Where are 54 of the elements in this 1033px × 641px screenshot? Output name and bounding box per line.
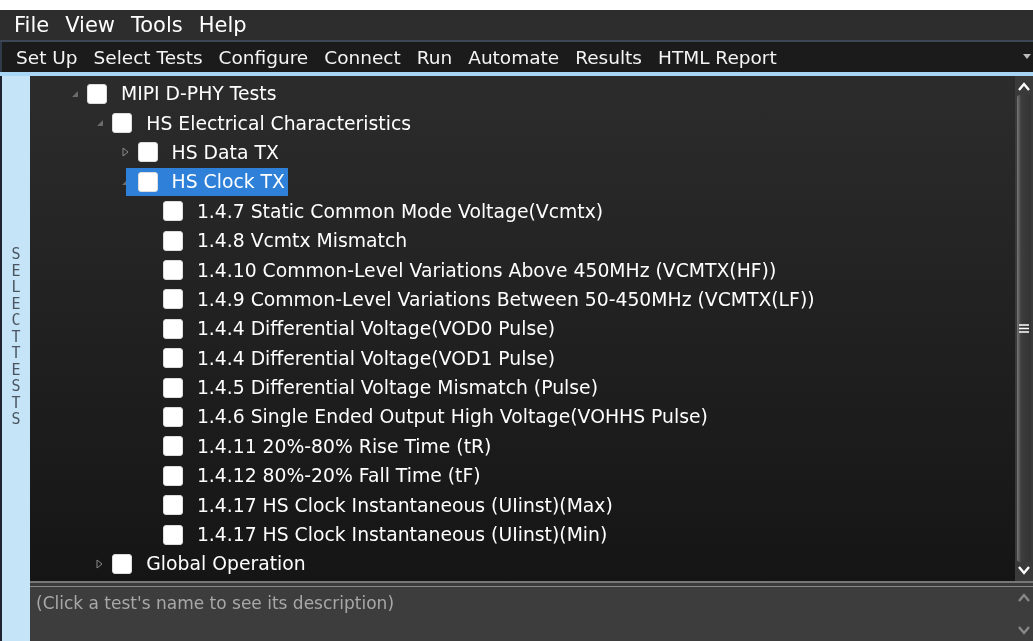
tab[interactable]: Configure [210,44,317,70]
checkbox[interactable] [112,113,133,134]
tab[interactable]: Results [567,44,650,70]
menu-item[interactable]: View [57,13,123,37]
menu-item[interactable]: Tools [123,13,191,37]
checkbox[interactable] [162,318,183,339]
checkbox[interactable] [162,377,183,398]
expanded-triangle-icon[interactable] [96,120,103,127]
grip-icon [1019,324,1029,333]
checkbox[interactable] [137,171,158,192]
menu-item[interactable]: Help [190,13,255,37]
tree-item[interactable]: 1.4.4 Differential Voltage(VOD0 Pulse) [150,314,559,343]
checkbox[interactable] [162,524,183,545]
checkbox[interactable] [87,83,107,104]
description-field[interactable]: (Click a test's name to see its description) [30,587,1015,641]
collapsed-triangle-icon[interactable] [121,147,129,158]
tree-item[interactable]: HS Clock TX [125,167,288,196]
tree-item[interactable]: 1.4.8 Vcmtx Mismatch [150,226,411,255]
checkbox[interactable] [162,495,183,516]
tree-item[interactable]: 1.4.17 HS Clock Instantaneous (UIinst)(Min) [150,520,611,549]
checkbox[interactable] [162,465,183,486]
expanded-triangle-icon[interactable] [71,90,78,97]
checkbox[interactable] [162,260,183,281]
tree-item[interactable]: 1.4.11 20%-80% Rise Time (tR) [150,432,495,461]
tree-item[interactable]: 1.4.12 80%-20% Fall Time (tF) [150,461,484,490]
tree-item[interactable]: 1.4.9 Common-Level Variations Between 50-450MHz (VCMTX(LF)) [150,285,818,314]
checkbox[interactable] [162,230,183,251]
tree-item[interactable]: 1.4.7 Static Common Mode Voltage(Vcmtx) [150,197,607,226]
checkbox[interactable] [137,142,158,163]
collapsed-triangle-icon[interactable] [96,558,104,569]
tree-item[interactable]: 1.4.17 HS Clock Instantaneous (UIinst)(Max) [150,491,616,520]
checkbox[interactable] [162,407,183,427]
dropdown-caret-icon[interactable] [1023,54,1031,59]
checkbox[interactable] [162,348,183,369]
tab[interactable]: Select Tests [85,44,211,70]
tree-item[interactable]: 1.4.6 Single Ended Output High Voltage(VOHHS Pulse) [150,403,711,431]
tab[interactable]: Automate [460,44,568,70]
menu-item[interactable]: File [6,13,58,37]
checkbox[interactable] [162,289,183,310]
tab[interactable]: Set Up [8,44,86,70]
tab[interactable]: Connect [316,44,409,70]
tree-item[interactable]: 1.4.10 Common-Level Variations Above 450MHz (VCMTX(HF)) [150,256,780,285]
tab[interactable]: HTML Report [650,44,785,70]
tree-item[interactable]: Global Operation [100,549,309,578]
checkbox[interactable] [112,553,133,574]
tree-item[interactable]: MIPI D-PHY Tests [75,79,280,108]
checkbox[interactable] [162,201,183,222]
tree-item[interactable]: HS Data TX [125,138,282,167]
tree-item[interactable]: HS Electrical Characteristics [100,109,415,138]
tab[interactable]: Run [408,44,461,70]
checkbox[interactable] [162,436,183,457]
side-panel-label[interactable]: SELECT TESTS [11,246,21,428]
tree-item[interactable]: 1.4.4 Differential Voltage(VOD1 Pulse) [150,344,559,373]
tree-item[interactable]: 1.4.5 Differential Voltage Mismatch (Pulse) [150,373,601,402]
